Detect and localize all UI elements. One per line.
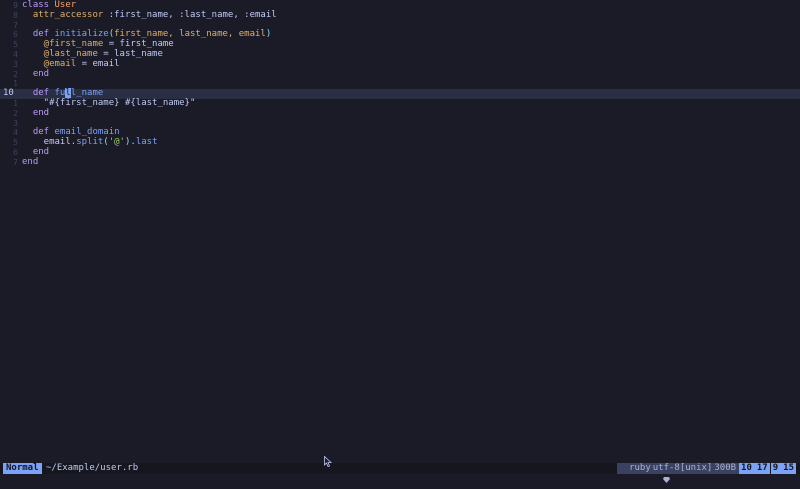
code-token: def: [22, 127, 55, 138]
line-position: 10 17: [739, 463, 770, 474]
code-token: end: [22, 146, 50, 157]
file-path: ~/Example/user.rb: [46, 463, 139, 473]
code-line[interactable]: 5 email.split('@').last: [0, 137, 800, 148]
line-number: 6: [13, 30, 18, 40]
column-position: 9 15: [770, 463, 796, 474]
statusline: Normal ~/Example/user.rb ruby utf-8[unix…: [0, 463, 800, 483]
code-line[interactable]: 1: [0, 79, 800, 89]
line-number: 5: [13, 40, 18, 50]
line-number: 3: [13, 59, 18, 69]
code-token: end: [22, 68, 50, 79]
code-line[interactable]: 3 @email = email: [0, 58, 800, 70]
code-line[interactable]: 7 end: [0, 156, 800, 168]
code-token: def: [22, 88, 55, 99]
code-token: ): [265, 29, 272, 40]
code-token: end: [22, 156, 39, 167]
code-token: l_name: [70, 88, 104, 99]
code-text: end: [22, 68, 50, 80]
line-number: 10: [3, 88, 14, 99]
line-number: 4: [13, 128, 18, 138]
code-token: = last_name: [97, 48, 163, 59]
line-number: 8: [13, 10, 18, 20]
encoding-label: utf-8[unix]: [652, 463, 713, 473]
current-column: 9: [772, 463, 779, 473]
ruby-icon: [620, 465, 671, 483]
mouse-pointer-icon: [324, 455, 333, 467]
code-line[interactable]: 6 end: [0, 146, 800, 158]
file-info: ruby utf-8[unix] 300B: [617, 463, 740, 483]
code-line[interactable]: 1 "#{first_name} #{last_name}": [0, 97, 800, 109]
line-number: 5: [13, 138, 18, 148]
code-token: end: [22, 107, 50, 118]
code-text: attr_accessor :first_name, :last_name, :…: [22, 9, 277, 21]
line-number: 2: [13, 108, 18, 118]
line-number: 3: [13, 118, 18, 128]
editor-buffer[interactable]: 9 class User 8 attr_accessor :first_name, …: [0, 0, 800, 168]
line-number: 9: [13, 1, 18, 10]
code-token: fu: [54, 88, 66, 99]
line-number: 6: [13, 147, 18, 157]
code-token: class: [22, 0, 55, 10]
code-line[interactable]: 4 @last_name = last_name: [0, 48, 800, 60]
line-number: 1: [13, 98, 18, 108]
code-token: email_domain: [54, 127, 120, 138]
code-token: @last_name: [22, 48, 98, 59]
code-line[interactable]: 2 end: [0, 107, 800, 119]
line-number: 2: [13, 69, 18, 79]
code-line[interactable]: 8 attr_accessor :first_name, :last_name,…: [0, 9, 800, 21]
total-columns: 15: [783, 463, 794, 473]
filesize-label: 300B: [714, 463, 737, 473]
code-token: = email: [76, 58, 120, 69]
code-text: end: [22, 107, 50, 119]
code-token: @email: [22, 58, 77, 69]
code-token: email: [22, 137, 71, 148]
code-token: User: [54, 0, 77, 10]
code-token: last: [135, 137, 158, 148]
code-token: "#{first_name} #{last_name}": [22, 97, 196, 108]
code-token: :first_name, :last_name, :email: [108, 9, 277, 20]
code-token: '@': [108, 137, 125, 148]
code-token: initialize: [54, 29, 109, 40]
code-token: def: [22, 29, 55, 40]
code-token: = first_name: [103, 39, 174, 50]
current-line: 10: [741, 463, 752, 473]
line-number: 4: [13, 49, 18, 59]
code-text: end: [22, 156, 39, 168]
line-number: 7: [13, 157, 18, 167]
code-token: @first_name: [22, 39, 104, 50]
total-lines: 17: [756, 463, 768, 473]
code-token: split: [76, 137, 104, 148]
mode-indicator: Normal: [3, 463, 42, 474]
code-line[interactable]: 3: [0, 119, 800, 129]
line-number: 7: [13, 20, 18, 30]
code-token: attr_accessor: [22, 9, 109, 20]
filetype-label: ruby: [629, 463, 651, 473]
code-line[interactable]: 2 end: [0, 68, 800, 80]
code-token: first_name, last_name, email: [114, 29, 266, 40]
status-right: ruby utf-8[unix] 300B 10 17 9 15: [617, 463, 796, 483]
